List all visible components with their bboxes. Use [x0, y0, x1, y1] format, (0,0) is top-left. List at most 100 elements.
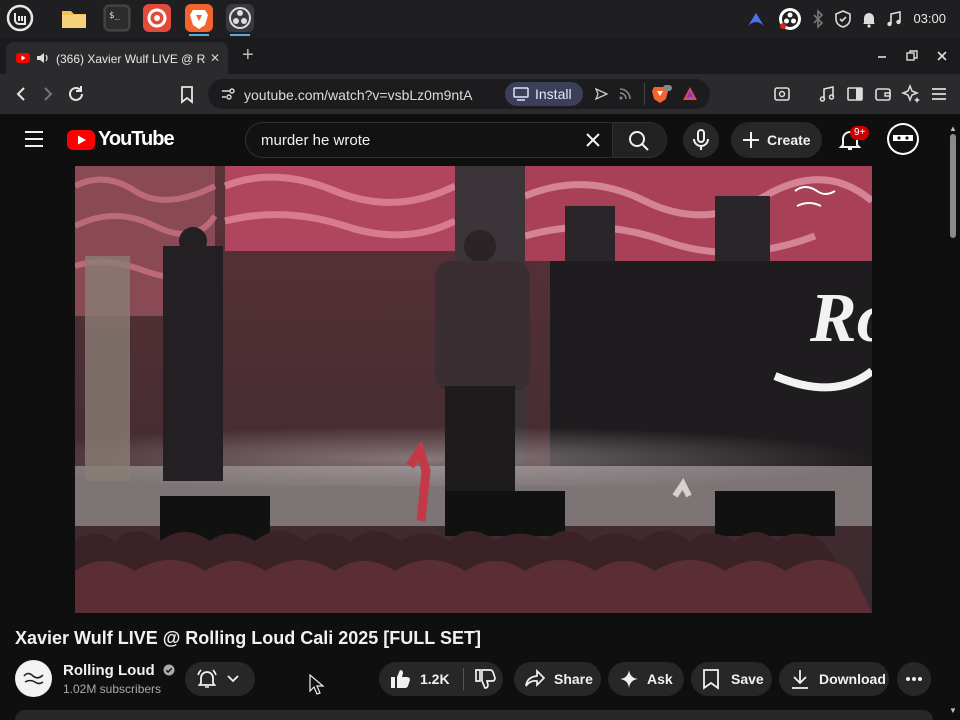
bell-ringing-icon — [197, 669, 217, 688]
brave-browser-icon[interactable] — [185, 4, 213, 36]
share-label: Share — [554, 671, 593, 687]
like-button[interactable]: 1.2K — [389, 668, 450, 690]
obs-studio-icon[interactable] — [226, 4, 254, 36]
youtube-logo-text: YouTube — [98, 128, 175, 150]
notification-count-badge: 9+ — [850, 126, 870, 140]
rss-feed-icon[interactable] — [618, 87, 632, 101]
youtube-play-logo-icon — [67, 129, 95, 150]
chevron-down-icon — [227, 675, 239, 683]
reader-mode-icon[interactable] — [772, 84, 792, 104]
mouse-cursor-icon — [308, 674, 326, 696]
obs-tray-icon[interactable] — [778, 7, 802, 31]
guide-menu-icon[interactable] — [24, 130, 44, 148]
video-title: Xavier Wulf LIVE @ Rolling Loud Cali 202… — [15, 628, 481, 648]
svg-text:$_: $_ — [109, 11, 120, 21]
page-scrollbar[interactable]: ▲ ▼ — [946, 124, 960, 720]
dislike-button[interactable] — [474, 668, 496, 690]
tab-title: (366) Xavier Wulf LIVE @ Ro — [56, 52, 206, 66]
system-taskbar: $_ 03:00 — [0, 0, 960, 38]
download-icon — [792, 670, 808, 689]
bookmark-icon[interactable] — [177, 84, 197, 104]
install-app-button[interactable]: Install — [505, 82, 583, 106]
brave-rewards-icon[interactable] — [682, 86, 698, 102]
download-button[interactable]: Download — [779, 662, 889, 696]
share-button[interactable]: Share — [514, 662, 601, 696]
brave-shields-icon[interactable] — [651, 84, 673, 104]
create-button[interactable]: Create — [731, 122, 822, 158]
like-divider — [462, 668, 464, 690]
browser-tab-strip: (366) Xavier Wulf LIVE @ Ro ✕ + — [0, 38, 960, 74]
site-settings-icon[interactable] — [220, 86, 236, 102]
back-arrow-icon[interactable] — [11, 84, 31, 104]
main-menu-icon[interactable] — [929, 84, 949, 104]
browser-tab-active[interactable]: (366) Xavier Wulf LIVE @ Ro ✕ — [6, 42, 228, 74]
more-horizontal-icon — [906, 677, 922, 681]
channel-avatar[interactable] — [15, 660, 52, 697]
window-restore-icon[interactable] — [904, 48, 920, 64]
file-manager-icon[interactable] — [60, 4, 88, 32]
create-label: Create — [767, 132, 811, 148]
ninja-avatar-icon — [889, 125, 917, 153]
voice-search-button[interactable] — [683, 122, 719, 158]
shield-update-icon[interactable] — [833, 9, 853, 29]
share-arrow-icon — [525, 668, 546, 688]
description-box[interactable] — [15, 710, 933, 720]
window-close-icon[interactable] — [934, 48, 950, 64]
ask-label: Ask — [647, 671, 673, 687]
bluetooth-icon[interactable] — [808, 9, 828, 29]
save-button[interactable]: Save — [691, 662, 772, 696]
firefox-icon[interactable] — [143, 4, 171, 32]
reload-icon[interactable] — [66, 84, 86, 104]
account-avatar[interactable] — [887, 123, 919, 155]
install-label: Install — [535, 86, 572, 102]
sidebar-toggle-icon[interactable] — [845, 84, 865, 104]
search-input-value[interactable]: murder he wrote — [261, 132, 370, 149]
wallet-icon[interactable] — [873, 84, 893, 104]
rolling-loud-screen-text: Ro — [809, 280, 872, 357]
save-label: Save — [731, 671, 764, 687]
window-minimize-icon[interactable] — [874, 48, 890, 64]
youtube-masthead: YouTube murder he wrote Create 9+ — [0, 114, 960, 166]
urlbar-divider — [644, 83, 645, 105]
youtube-logo[interactable]: YouTube — [67, 128, 175, 151]
download-label: Download — [819, 671, 886, 687]
install-monitor-icon — [513, 87, 529, 101]
youtube-favicon-icon — [16, 53, 30, 63]
like-dislike-group: 1.2K — [379, 662, 503, 696]
linux-mint-menu-icon[interactable] — [6, 4, 34, 32]
media-control-icon[interactable] — [817, 84, 837, 104]
rolling-loud-logo-icon — [15, 660, 52, 697]
tab-close-icon[interactable]: ✕ — [210, 51, 220, 65]
scroll-down-arrow-icon[interactable]: ▼ — [949, 706, 957, 715]
thumbs-up-icon — [391, 670, 410, 688]
address-bar[interactable]: youtube.com/watch?v=vsbLz0m9ntA Install — [208, 79, 710, 109]
clock[interactable]: 03:00 — [913, 11, 946, 26]
channel-name[interactable]: Rolling Loud — [63, 662, 175, 679]
url-text[interactable]: youtube.com/watch?v=vsbLz0m9ntA — [244, 87, 472, 103]
plus-icon — [743, 132, 759, 148]
thumbs-down-icon — [474, 669, 496, 689]
scrollbar-thumb[interactable] — [950, 134, 956, 238]
sparkle-icon — [620, 670, 638, 688]
search-button[interactable] — [612, 122, 667, 158]
notifications-bell-icon[interactable] — [859, 9, 879, 29]
video-player[interactable]: Ro RL — [75, 166, 872, 613]
search-input[interactable]: murder he wrote — [245, 122, 613, 158]
verified-check-icon — [163, 664, 175, 676]
bookmark-save-icon — [703, 669, 719, 690]
ask-button[interactable]: Ask — [608, 662, 684, 696]
scroll-up-arrow-icon[interactable]: ▲ — [949, 124, 957, 133]
vpn-icon[interactable] — [746, 9, 766, 29]
leo-ai-sparkle-icon[interactable] — [901, 84, 921, 104]
cast-send-icon[interactable] — [594, 87, 608, 101]
clear-search-icon[interactable] — [584, 131, 602, 149]
tab-audio-icon[interactable] — [36, 52, 50, 64]
terminal-icon[interactable]: $_ — [103, 4, 131, 32]
new-tab-button[interactable]: + — [242, 44, 254, 67]
media-music-icon[interactable] — [884, 9, 904, 29]
channel-name-text[interactable]: Rolling Loud — [63, 662, 155, 679]
search-icon — [628, 130, 650, 152]
forward-arrow-icon[interactable] — [38, 84, 58, 104]
more-actions-button[interactable] — [897, 662, 931, 696]
subscribed-notifications-button[interactable] — [185, 662, 255, 696]
